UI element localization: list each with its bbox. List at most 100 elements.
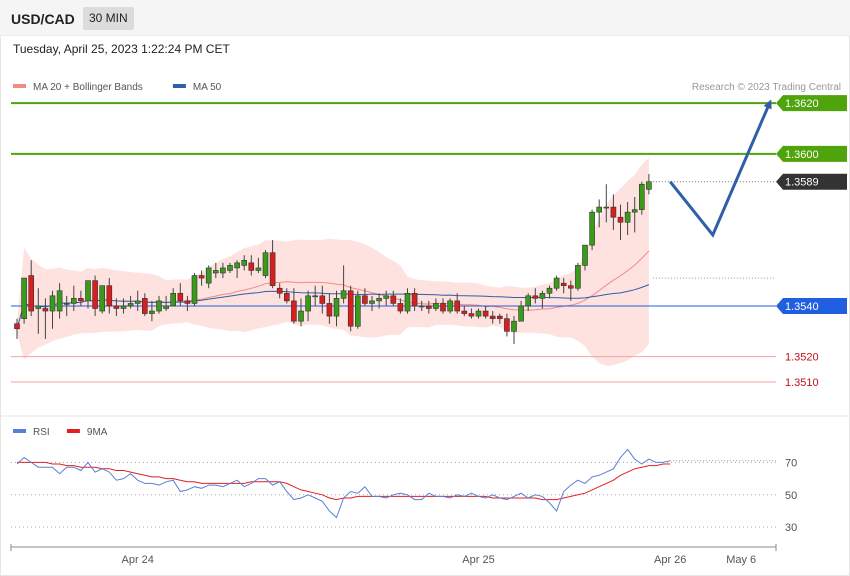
candle-body-30 [227, 265, 233, 271]
legend-label-main-0: MA 20 + Bollinger Bands [33, 82, 143, 93]
candle-body-20 [156, 300, 162, 312]
candle-body-84 [610, 206, 617, 218]
candle-body-89 [646, 181, 652, 190]
candle-body-10 [85, 280, 91, 302]
candle-body-40 [298, 310, 304, 322]
candle-body-61 [447, 300, 453, 312]
candle-body-57 [418, 305, 425, 308]
rsi-tick-label-70: 70 [785, 457, 797, 469]
candle-body-54 [397, 303, 404, 312]
candle-body-65 [475, 310, 482, 317]
candle-body-80 [582, 244, 588, 266]
candle-body-16 [127, 303, 134, 307]
candle-body-15 [120, 305, 127, 309]
candle-body-47 [347, 290, 354, 327]
candle-body-76 [553, 277, 560, 289]
candle-body-56 [411, 292, 418, 307]
candle-body-39 [291, 300, 297, 322]
copyright-text: Research © 2023 Trading Central [692, 82, 841, 93]
candle-body-78 [567, 285, 574, 289]
legend-swatch-main-0 [13, 84, 26, 88]
candle-body-46 [340, 290, 347, 299]
candle-body-8 [71, 298, 77, 304]
rsi-tick-label-50: 50 [785, 490, 797, 502]
candle-body-67 [489, 315, 496, 319]
candle-body-28 [213, 270, 219, 274]
candle-body-36 [269, 252, 276, 286]
candle-body-73 [532, 295, 539, 299]
candle-body-79 [575, 265, 581, 289]
candle-body-72 [525, 295, 532, 307]
candle-body-25 [191, 275, 198, 304]
candle-body-31 [234, 262, 240, 269]
candle-body-70 [511, 320, 517, 332]
legend-label-rsi-0: RSI [33, 427, 50, 438]
rsi-9ma-line [17, 461, 671, 501]
level-label-0: 1.3620 [785, 98, 819, 110]
candle-body-9 [78, 298, 84, 302]
candle-body-62 [454, 300, 461, 312]
candle-body-33 [248, 262, 255, 271]
candle-body-34 [255, 267, 262, 271]
candle-body-74 [539, 292, 546, 299]
candle-body-29 [220, 267, 226, 274]
candle-body-59 [433, 303, 439, 309]
rsi-tick-label-30: 30 [785, 522, 797, 534]
level-label-1: 1.3600 [785, 149, 819, 161]
candle-body-83 [603, 206, 610, 209]
candle-body-1 [21, 277, 27, 319]
legend-swatch-rsi-1 [66, 429, 80, 433]
legend-swatch-main-1 [172, 84, 186, 88]
candle-body-50 [369, 300, 375, 304]
legend-label-rsi-1: 9MA [87, 427, 108, 438]
candle-body-69 [504, 318, 510, 332]
candle-body-12 [99, 285, 105, 312]
candle-body-58 [425, 305, 432, 309]
candle-body-26 [198, 275, 205, 279]
level-label-5: 1.3510 [785, 377, 819, 389]
candle-body-35 [262, 252, 269, 276]
candle-body-6 [56, 290, 63, 312]
candle-body-3 [35, 305, 42, 309]
candle-body-38 [283, 292, 290, 302]
candle-body-64 [468, 313, 475, 317]
candle-body-60 [440, 303, 446, 312]
x-tick-label-0: Apr 24 [121, 554, 153, 566]
candle-body-7 [63, 303, 70, 305]
candle-body-53 [390, 295, 397, 304]
candle-body-24 [184, 300, 191, 304]
candle-body-22 [170, 292, 176, 307]
candle-body-37 [276, 287, 283, 294]
candle-body-13 [106, 285, 113, 307]
candle-body-42 [312, 295, 319, 298]
legend-swatch-rsi-0 [13, 429, 26, 433]
candle-body-2 [28, 275, 35, 312]
chart-canvas: MA 20 + Bollinger Bands MA 50 Research © 2… [0, 82, 850, 566]
level-label-2: 1.3589 [785, 177, 819, 189]
level-label-3: 1.3540 [785, 301, 819, 313]
candle-body-68 [496, 315, 503, 319]
candle-body-81 [589, 211, 595, 246]
candle-body-11 [92, 280, 98, 309]
candle-body-21 [163, 305, 169, 309]
candle-body-52 [383, 295, 390, 299]
candle-body-71 [518, 305, 524, 322]
candle-body-14 [113, 305, 120, 309]
level-label-4: 1.3520 [785, 352, 819, 364]
candle-body-27 [205, 267, 212, 284]
candle-body-87 [631, 209, 638, 213]
candle-body-0 [14, 323, 20, 330]
candle-body-45 [333, 298, 340, 317]
candle-body-66 [482, 310, 489, 317]
candle-body-75 [546, 287, 553, 294]
candle-body-41 [305, 295, 311, 312]
candle-body-49 [362, 295, 368, 304]
candle-body-4 [42, 308, 49, 312]
candle-body-88 [638, 183, 645, 210]
candle-body-77 [560, 282, 567, 286]
candle-body-85 [617, 216, 624, 223]
candle-body-55 [404, 292, 411, 312]
candle-body-23 [177, 292, 184, 302]
bollinger-band-area [17, 157, 649, 366]
x-tick-label-3: May 6 [726, 554, 756, 566]
